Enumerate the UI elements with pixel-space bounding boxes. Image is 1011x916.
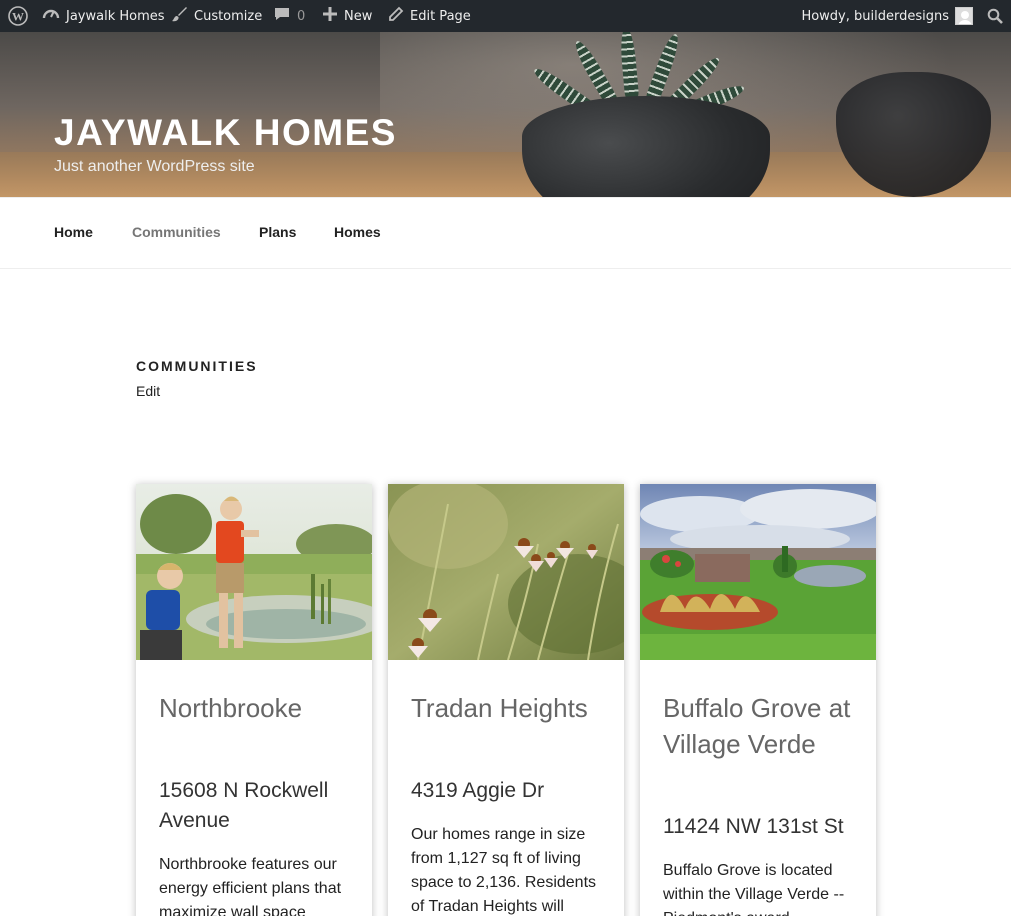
site-title[interactable]: Jaywalk Homes: [54, 112, 397, 154]
customize-link[interactable]: Customize: [170, 0, 262, 32]
howdy-label: Howdy, builderdesigns: [801, 8, 949, 24]
community-image[interactable]: [640, 484, 876, 660]
nav-item-home[interactable]: Home: [54, 224, 93, 240]
svg-text:W: W: [12, 10, 24, 24]
wordpress-logo-icon[interactable]: W: [6, 0, 30, 32]
edit-link[interactable]: Edit: [136, 383, 160, 399]
community-description: Northbrooke features our energy efficien…: [159, 856, 342, 916]
customize-label: Customize: [194, 8, 263, 24]
community-card[interactable]: Tradan Heights 4319 Aggie Dr Our homes r…: [388, 484, 624, 916]
nav-item-communities[interactable]: Communities: [132, 224, 221, 240]
comment-bubble-icon: [273, 5, 291, 27]
page-title: Communities: [136, 358, 258, 374]
community-address: 4319 Aggie Dr: [411, 779, 545, 802]
community-address: 15608 N Rockwell Avenue: [159, 779, 329, 832]
admin-bar-site-link[interactable]: Jaywalk Homes: [42, 0, 165, 32]
new-content-link[interactable]: New: [322, 0, 372, 32]
comments-link[interactable]: 0: [273, 0, 305, 32]
edit-page-link[interactable]: Edit Page: [388, 0, 471, 32]
community-address: 11424 NW 131st St: [663, 815, 844, 838]
community-name[interactable]: Northbrooke: [159, 690, 359, 726]
header-image-pot: [522, 96, 770, 197]
community-card[interactable]: Buffalo Grove at Village Verde 11424 NW …: [640, 484, 876, 916]
site-tagline: Just another WordPress site: [54, 158, 255, 175]
search-icon[interactable]: [985, 0, 1005, 32]
community-name[interactable]: Tradan Heights: [411, 690, 611, 726]
new-label: New: [344, 8, 373, 24]
admin-bar-site-name: Jaywalk Homes: [66, 8, 165, 24]
pencil-icon: [388, 6, 404, 26]
edit-page-label: Edit Page: [410, 8, 471, 24]
account-menu[interactable]: Howdy, builderdesigns: [801, 0, 973, 32]
admin-bar: W Jaywalk Homes Customize 0 New Edit Pag…: [0, 0, 1011, 32]
paintbrush-icon: [170, 5, 188, 27]
community-description: Our homes range in size from 1,127 sq ft…: [411, 826, 597, 915]
nav-item-homes[interactable]: Homes: [334, 224, 381, 240]
community-name[interactable]: Buffalo Grove at Village Verde: [663, 690, 863, 762]
community-image[interactable]: [136, 484, 372, 660]
avatar: [955, 7, 973, 25]
community-card[interactable]: Northbrooke 15608 N Rockwell Avenue Nort…: [136, 484, 372, 916]
main-navigation: Home Communities Plans Homes: [0, 197, 1011, 269]
community-image[interactable]: [388, 484, 624, 660]
community-description: Buffalo Grove is located within the Vill…: [663, 862, 845, 916]
plus-icon: [322, 6, 338, 26]
nav-item-plans[interactable]: Plans: [259, 224, 296, 240]
comments-count: 0: [297, 8, 306, 24]
header-image: Jaywalk Homes Just another WordPress sit…: [0, 32, 1011, 197]
dashboard-icon: [42, 5, 60, 27]
